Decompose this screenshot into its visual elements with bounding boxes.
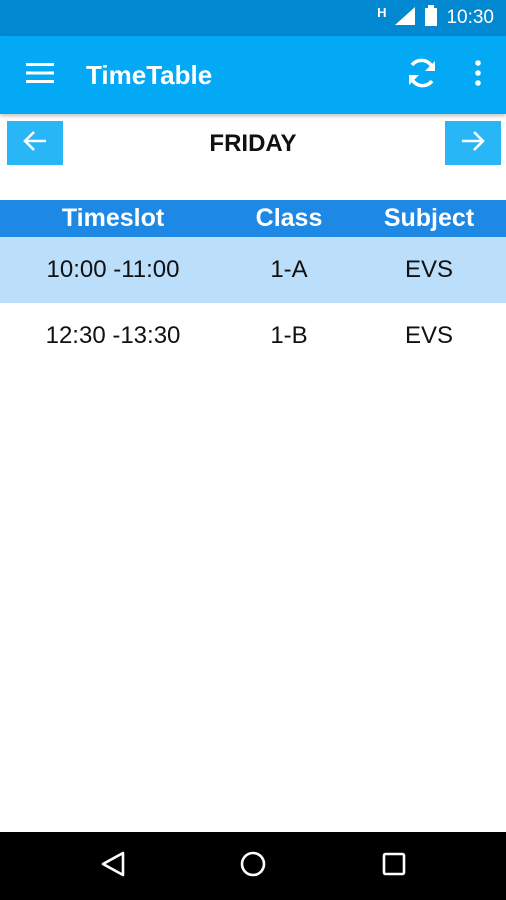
more-options-button[interactable] (450, 36, 506, 114)
table-header: Timeslot Class Subject (0, 200, 506, 237)
previous-day-button[interactable] (7, 121, 63, 165)
table-row[interactable]: 10:00 -11:00 1-A EVS (0, 237, 506, 303)
clock: 10:30 (446, 7, 494, 28)
hamburger-menu-icon (26, 62, 54, 89)
header-subject: Subject (383, 204, 475, 232)
arrow-left-icon (22, 130, 48, 157)
cell-subject: EVS (404, 322, 454, 349)
app-title: TimeTable (86, 59, 213, 90)
network-type-label: H (377, 4, 387, 20)
menu-button[interactable] (0, 36, 80, 114)
cell-timeslot: 12:30 -13:30 (45, 322, 181, 349)
back-button[interactable] (93, 846, 133, 886)
status-bar: H 10:30 (0, 0, 506, 36)
more-vert-icon (474, 59, 482, 91)
cell-class: 1-B (270, 322, 308, 349)
cell-class: 1-A (270, 256, 308, 283)
refresh-icon (404, 55, 440, 96)
back-triangle-icon (100, 850, 126, 883)
table-row[interactable]: 12:30 -13:30 1-B EVS (0, 303, 506, 369)
battery-icon (424, 4, 438, 32)
recents-button[interactable] (374, 846, 414, 886)
next-day-button[interactable] (445, 121, 501, 165)
day-title: FRIDAY (209, 130, 297, 157)
signal-icon (394, 6, 416, 31)
recents-square-icon (382, 852, 406, 881)
day-navigation: FRIDAY (0, 114, 506, 174)
arrow-right-icon (460, 130, 486, 157)
app-bar: TimeTable (0, 36, 506, 114)
cell-subject: EVS (404, 256, 454, 283)
cell-timeslot: 10:00 -11:00 (46, 256, 180, 283)
refresh-button[interactable] (394, 36, 450, 114)
header-timeslot: Timeslot (61, 204, 165, 232)
system-navigation-bar (0, 832, 506, 900)
home-circle-icon (239, 850, 267, 883)
header-class: Class (255, 204, 323, 232)
home-button[interactable] (233, 846, 273, 886)
